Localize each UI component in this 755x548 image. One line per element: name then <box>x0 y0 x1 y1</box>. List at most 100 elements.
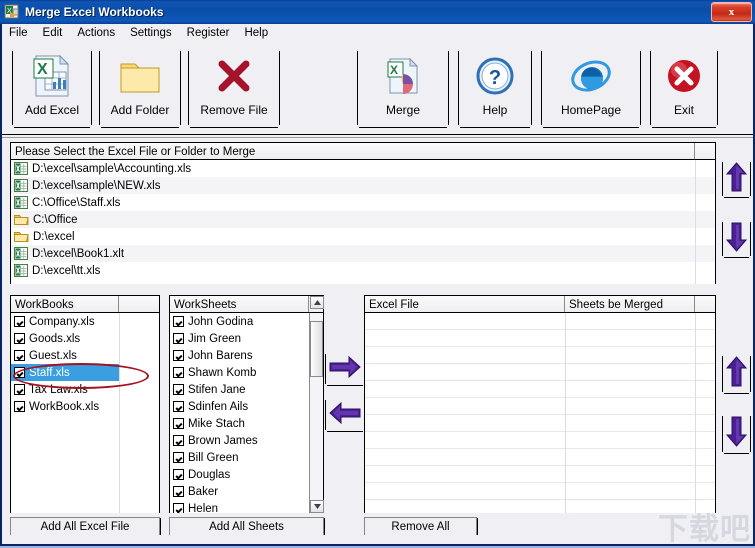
menu-item-settings[interactable]: Settings <box>123 26 179 40</box>
menu-item-actions[interactable]: Actions <box>70 26 122 40</box>
row-checkbox[interactable] <box>14 350 25 361</box>
row-checkbox[interactable] <box>173 435 184 446</box>
merge-column-spacer[interactable] <box>695 296 715 312</box>
row-checkbox[interactable] <box>173 316 184 327</box>
merge-list-row[interactable] <box>365 466 715 483</box>
file-move-down-button[interactable] <box>722 220 751 258</box>
worksheet-row[interactable]: Brown James <box>170 432 309 449</box>
folder-icon <box>14 214 29 226</box>
merge-column-excel-file[interactable]: Excel File <box>365 296 565 312</box>
help-button[interactable]: ? Help <box>458 48 532 128</box>
row-checkbox[interactable] <box>14 384 25 395</box>
file-list-row[interactable]: D:\excel\sample\Accounting.xls <box>11 160 715 177</box>
merge-list-body[interactable] <box>365 313 715 513</box>
file-list-row[interactable]: D:\excel <box>11 228 715 245</box>
worksheet-row[interactable]: John Godina <box>170 313 309 330</box>
merge-list-row[interactable] <box>365 432 715 449</box>
row-checkbox[interactable] <box>173 486 184 497</box>
down-arrow-icon <box>725 222 748 257</box>
menu-item-file[interactable]: File <box>2 26 35 40</box>
row-checkbox[interactable] <box>14 316 25 327</box>
exit-button[interactable]: Exit <box>650 48 718 128</box>
row-checkbox[interactable] <box>173 418 184 429</box>
file-list-row[interactable]: D:\excel\Book1.xlt <box>11 245 715 262</box>
workbook-row[interactable]: Guest.xls <box>11 347 119 364</box>
merge-list-row[interactable] <box>365 364 715 381</box>
row-checkbox[interactable] <box>14 333 25 344</box>
merge-move-down-button[interactable] <box>722 414 751 454</box>
file-list-row[interactable]: D:\excel\tt.xls <box>11 262 715 279</box>
add-excel-button[interactable]: X Add Excel <box>12 48 92 128</box>
workbook-row[interactable]: Tax Law.xls <box>11 381 119 398</box>
row-checkbox[interactable] <box>173 367 184 378</box>
remove-sheets-button[interactable] <box>325 398 365 432</box>
file-list-row[interactable]: C:\Office <box>11 211 715 228</box>
merge-list-row[interactable] <box>365 330 715 347</box>
row-checkbox[interactable] <box>173 350 184 361</box>
merge-list-row[interactable] <box>365 415 715 432</box>
merge-list-row[interactable] <box>365 347 715 364</box>
worksheets-header[interactable]: WorkSheets <box>170 296 309 312</box>
row-checkbox[interactable] <box>173 401 184 412</box>
file-list-header-spacer[interactable] <box>695 143 715 159</box>
close-button[interactable]: x <box>711 2 752 22</box>
worksheet-row[interactable]: Shawn Komb <box>170 364 309 381</box>
worksheets-body[interactable]: John Godina Jim Green John Barens Shawn Kom… <box>170 313 309 513</box>
worksheet-row[interactable]: Jim Green <box>170 330 309 347</box>
add-sheets-button[interactable] <box>325 352 365 386</box>
merge-column-sheets-merged[interactable]: Sheets be Merged <box>565 296 695 312</box>
add-folder-button[interactable]: Add Folder <box>99 48 181 128</box>
merge-list-row[interactable] <box>365 381 715 398</box>
menu-item-edit[interactable]: Edit <box>36 26 70 40</box>
merge-button[interactable]: X Merge <box>357 48 449 128</box>
file-move-up-button[interactable] <box>722 160 751 198</box>
excel-file-icon <box>14 264 28 277</box>
scrollbar-thumb[interactable] <box>310 321 323 377</box>
add-all-excel-file-button[interactable]: Add All Excel File <box>10 517 160 536</box>
file-list-header-row: Please Select the Excel File or Folder t… <box>11 143 715 160</box>
merge-list-row[interactable] <box>365 483 715 500</box>
scroll-down-icon[interactable] <box>310 500 324 513</box>
homepage-button[interactable]: HomePage <box>541 48 641 128</box>
file-list-body[interactable]: D:\excel\sample\Accounting.xls D:\excel\s… <box>11 160 715 284</box>
merge-move-up-button[interactable] <box>722 354 751 394</box>
file-list-row[interactable]: D:\excel\sample\NEW.xls <box>11 177 715 194</box>
workbooks-header[interactable]: WorkBooks <box>11 296 119 312</box>
merge-list-row[interactable] <box>365 313 715 330</box>
menu-item-help[interactable]: Help <box>237 26 275 40</box>
scroll-up-icon[interactable] <box>310 296 324 309</box>
worksheet-row[interactable]: Sdinfen Ails <box>170 398 309 415</box>
row-checkbox[interactable] <box>14 401 25 412</box>
merge-label: Merge <box>385 103 420 117</box>
remove-all-button[interactable]: Remove All <box>364 517 477 536</box>
worksheet-row[interactable]: Mike Stach <box>170 415 309 432</box>
worksheet-row[interactable]: Douglas <box>170 466 309 483</box>
worksheet-row[interactable]: Helen <box>170 500 309 513</box>
row-checkbox[interactable] <box>14 367 25 378</box>
row-checkbox[interactable] <box>173 384 184 395</box>
file-list-header[interactable]: Please Select the Excel File or Folder t… <box>11 143 695 159</box>
merge-list-row[interactable] <box>365 398 715 415</box>
file-list-row[interactable]: C:\Office\Staff.xls <box>11 194 715 211</box>
workbook-row[interactable]: Goods.xls <box>11 330 119 347</box>
workbooks-header-spacer[interactable] <box>119 296 159 312</box>
row-checkbox[interactable] <box>173 503 184 513</box>
row-checkbox[interactable] <box>173 333 184 344</box>
worksheet-row[interactable]: John Barens <box>170 347 309 364</box>
worksheet-row[interactable]: Stifen Jane <box>170 381 309 398</box>
file-path-label: C:\Office\Staff.xls <box>32 196 121 209</box>
excel-file-icon <box>14 179 28 192</box>
workbook-row[interactable]: WorkBook.xls <box>11 398 119 415</box>
workbooks-body[interactable]: Company.xls Goods.xls Guest.xls Staff.xls Ta… <box>11 313 159 513</box>
menu-item-register[interactable]: Register <box>180 26 237 40</box>
remove-file-button[interactable]: Remove File <box>188 48 280 128</box>
workbook-row[interactable]: Staff.xls <box>11 364 119 381</box>
worksheet-row[interactable]: Bill Green <box>170 449 309 466</box>
merge-list-row[interactable] <box>365 449 715 466</box>
add-all-sheets-button[interactable]: Add All Sheets <box>169 517 324 536</box>
row-checkbox[interactable] <box>173 469 184 480</box>
workbook-row[interactable]: Company.xls <box>11 313 119 330</box>
worksheet-row[interactable]: Baker <box>170 483 309 500</box>
worksheets-scrollbar[interactable] <box>309 296 324 513</box>
row-checkbox[interactable] <box>173 452 184 463</box>
